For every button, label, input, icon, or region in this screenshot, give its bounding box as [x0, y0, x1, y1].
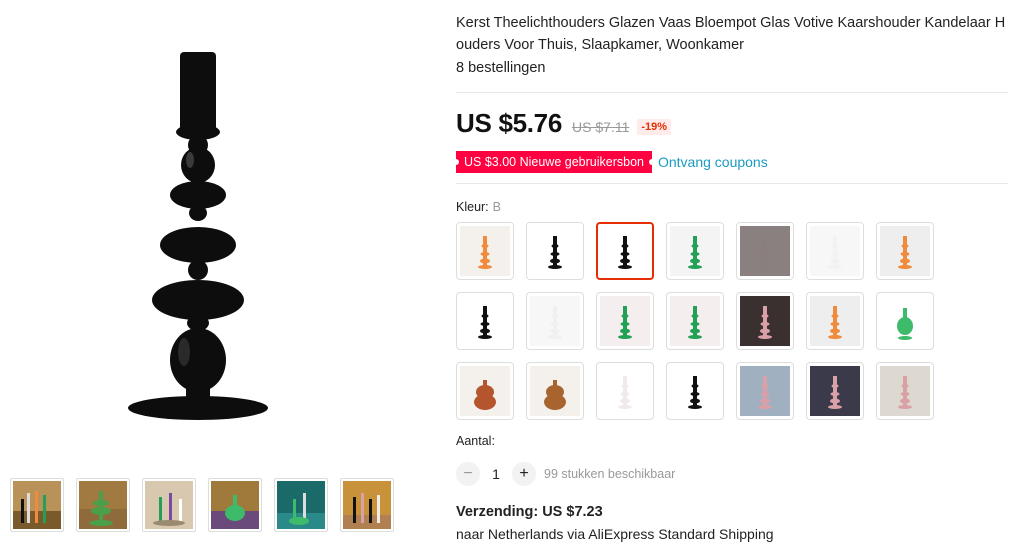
- color-option-10[interactable]: [596, 292, 654, 350]
- selected-color-value: B: [492, 200, 501, 214]
- quantity-decrease-button[interactable]: −: [456, 462, 480, 486]
- color-option-thumbnail: [670, 366, 720, 416]
- shipping-detail: naar Netherlands via AliExpress Standard…: [456, 526, 774, 542]
- coupon-row: US $3.00 Nieuwe gebruikersbon Ontvang co…: [456, 151, 1008, 173]
- thumbnail-1[interactable]: [10, 478, 64, 532]
- color-option-11[interactable]: [666, 292, 724, 350]
- color-option-thumbnail: [460, 296, 510, 346]
- color-option-thumbnail: [600, 226, 650, 276]
- product-info-panel: Kerst Theelichthouders Glazen Vaas Bloem…: [456, 0, 1008, 542]
- quantity-increase-button[interactable]: +: [512, 462, 536, 486]
- stock-available: 99 stukken beschikbaar: [544, 467, 676, 481]
- color-option-13[interactable]: [806, 292, 864, 350]
- original-price: US $7.11: [572, 119, 630, 135]
- current-price: US $5.76: [456, 108, 563, 138]
- color-option-3[interactable]: [596, 222, 654, 280]
- color-option-thumbnail: [530, 296, 580, 346]
- divider: [456, 92, 1008, 93]
- color-option-thumbnail: [670, 296, 720, 346]
- thumbnail-strip: [10, 478, 394, 532]
- color-option-9[interactable]: [526, 292, 584, 350]
- color-option-5[interactable]: [736, 222, 794, 280]
- color-option-thumbnail: [810, 366, 860, 416]
- color-option-thumbnail: [460, 226, 510, 276]
- thumbnail-3[interactable]: [142, 478, 196, 532]
- color-option-8[interactable]: [456, 292, 514, 350]
- color-option-thumbnail: [670, 226, 720, 276]
- quantity-label: Aantal:: [456, 434, 495, 448]
- main-product-image[interactable]: [0, 0, 440, 448]
- thumbnail-5[interactable]: [274, 478, 328, 532]
- color-option-thumbnail: [880, 366, 930, 416]
- color-label-text: Kleur:: [456, 200, 489, 214]
- order-count: 8 bestellingen: [456, 60, 546, 76]
- color-option-thumbnail: [600, 366, 650, 416]
- color-option-2[interactable]: [526, 222, 584, 280]
- quantity-stepper: − 1 + 99 stukken beschikbaar: [456, 462, 1008, 486]
- color-option-15[interactable]: [456, 362, 514, 420]
- color-option-thumbnail: [460, 366, 510, 416]
- color-option-thumbnail: [740, 226, 790, 276]
- color-option-1[interactable]: [456, 222, 514, 280]
- color-option-12[interactable]: [736, 292, 794, 350]
- color-option-21[interactable]: [876, 362, 934, 420]
- color-option-7[interactable]: [876, 222, 934, 280]
- color-label: Kleur: B: [456, 200, 1008, 214]
- divider: [456, 183, 1008, 184]
- color-option-thumbnail: [740, 296, 790, 346]
- quantity-input[interactable]: 1: [480, 466, 512, 482]
- product-title: Kerst Theelichthouders Glazen Vaas Bloem…: [456, 15, 1006, 53]
- color-option-thumbnail: [880, 226, 930, 276]
- color-option-6[interactable]: [806, 222, 864, 280]
- color-option-16[interactable]: [526, 362, 584, 420]
- new-user-coupon-badge: US $3.00 Nieuwe gebruikersbon: [456, 151, 652, 173]
- color-option-thumbnail: [810, 226, 860, 276]
- discount-badge: -19%: [637, 119, 672, 135]
- color-option-18[interactable]: [666, 362, 724, 420]
- color-option-17[interactable]: [596, 362, 654, 420]
- candle-holder-image: [128, 52, 268, 420]
- color-option-thumbnail: [880, 296, 930, 346]
- color-option-thumbnail: [600, 296, 650, 346]
- color-option-19[interactable]: [736, 362, 794, 420]
- color-option-20[interactable]: [806, 362, 864, 420]
- color-option-thumbnail: [530, 366, 580, 416]
- color-option-thumbnail: [810, 296, 860, 346]
- color-option-14[interactable]: [876, 292, 934, 350]
- thumbnail-4[interactable]: [208, 478, 262, 532]
- price-row: US $5.76 US $7.11 -19%: [456, 107, 1008, 139]
- shipping-cost: Verzending: US $7.23: [456, 504, 603, 520]
- color-option-thumbnail: [530, 226, 580, 276]
- thumbnail-2[interactable]: [76, 478, 130, 532]
- color-option-4[interactable]: [666, 222, 724, 280]
- color-option-thumbnail: [740, 366, 790, 416]
- color-swatch-grid: [456, 222, 1008, 420]
- get-coupons-link[interactable]: Ontvang coupons: [658, 154, 768, 170]
- thumbnail-6[interactable]: [340, 478, 394, 532]
